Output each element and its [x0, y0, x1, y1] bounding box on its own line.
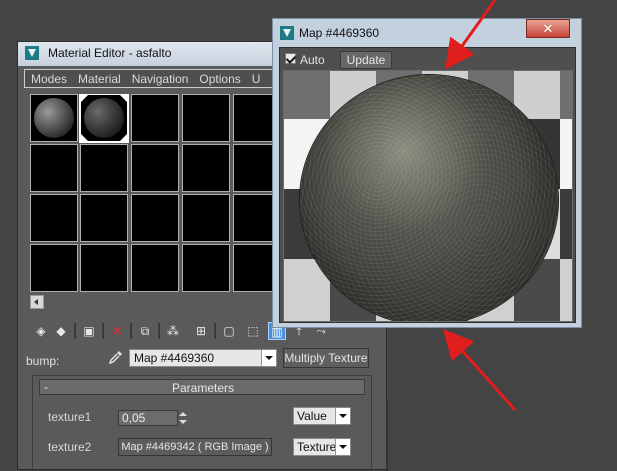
- material-slot[interactable]: [182, 194, 230, 242]
- material-slot[interactable]: [80, 194, 128, 242]
- make-unique-icon[interactable]: ⧉: [136, 322, 154, 340]
- map-preview-window: Map #4469360 ✕ Auto Update: [272, 18, 582, 328]
- menu-navigation[interactable]: Navigation: [126, 70, 194, 87]
- toolbar-separator: [158, 323, 160, 339]
- material-slot[interactable]: [30, 94, 78, 142]
- assign-material-icon[interactable]: ▣: [80, 322, 98, 340]
- 3dsmax-logo-icon: [280, 26, 294, 40]
- close-icon[interactable]: ✕: [526, 19, 570, 38]
- texture1-mode-value: Value: [297, 409, 327, 423]
- map-name-value: Map #4469360: [134, 351, 215, 365]
- toolbar-separator: [74, 323, 76, 339]
- parameters-title: Parameters: [171, 381, 235, 395]
- slot-corner-marker: [120, 134, 127, 141]
- bump-label: bump:: [26, 354, 60, 368]
- slot-corner-marker: [81, 134, 88, 141]
- texture2-mode-dropdown[interactable]: Texture: [293, 438, 351, 456]
- toolbar-separator: [130, 323, 132, 339]
- texture2-mode-value: Texture: [297, 440, 337, 454]
- show-map-in-viewport-icon[interactable]: ▢: [220, 322, 238, 340]
- texture1-value-input[interactable]: 0,05: [118, 410, 178, 426]
- material-slot[interactable]: [30, 244, 78, 292]
- scroll-left-button[interactable]: [30, 295, 44, 309]
- material-slot[interactable]: [131, 244, 179, 292]
- chevron-down-icon[interactable]: [261, 350, 276, 366]
- material-editor-title: Material Editor - asfalto: [48, 46, 172, 60]
- chevron-down-icon[interactable]: [335, 408, 350, 424]
- material-slot[interactable]: [30, 144, 78, 192]
- spinner-down-icon[interactable]: [179, 420, 187, 424]
- material-preview-sphere: [84, 98, 124, 138]
- chevron-down-icon[interactable]: [335, 439, 350, 455]
- get-material-icon[interactable]: ◈: [32, 322, 50, 340]
- eyedropper-icon[interactable]: [108, 349, 124, 365]
- texture1-label: texture1: [48, 410, 92, 424]
- texture1-value: 0,05: [122, 411, 146, 425]
- material-slot[interactable]: [182, 144, 230, 192]
- panel-scrollbar[interactable]: [386, 402, 388, 471]
- map-preview-render: [283, 70, 573, 322]
- menu-modes[interactable]: Modes: [25, 70, 72, 87]
- material-slot[interactable]: [131, 194, 179, 242]
- map-preview-panel: Auto Update: [279, 47, 576, 323]
- material-slot[interactable]: [80, 144, 128, 192]
- texture1-mode-dropdown[interactable]: Value: [293, 407, 351, 425]
- toolbar-separator: [214, 323, 216, 339]
- asphalt-preview-sphere: [300, 75, 558, 321]
- menu-utilities[interactable]: U: [246, 70, 266, 87]
- map-window-title: Map #4469360: [299, 26, 380, 40]
- slot-corner-marker: [120, 95, 127, 102]
- material-slot[interactable]: [30, 194, 78, 242]
- menu-material[interactable]: Material: [72, 70, 126, 87]
- material-slot[interactable]: [80, 244, 128, 292]
- texture2-label: texture2: [48, 440, 92, 454]
- annotation-arrow-bottom: [443, 329, 517, 411]
- auto-label: Auto: [300, 53, 325, 67]
- toolbar-separator: [102, 323, 104, 339]
- menu-options[interactable]: Options: [193, 70, 245, 87]
- material-effects-channel-icon[interactable]: ⊞: [192, 322, 210, 340]
- material-slot[interactable]: [182, 244, 230, 292]
- material-slot-active[interactable]: [79, 94, 129, 143]
- parameters-rollout-header[interactable]: - Parameters: [39, 379, 365, 395]
- put-to-library-icon[interactable]: ⁂: [164, 322, 182, 340]
- spinner-up-icon[interactable]: [179, 412, 187, 416]
- slot-corner-marker: [81, 95, 88, 102]
- multiply-texture-button[interactable]: Multiply Texture: [283, 348, 369, 368]
- map-name-dropdown[interactable]: Map #4469360: [129, 349, 277, 367]
- material-slot[interactable]: [131, 94, 179, 142]
- map-window-titlebar[interactable]: Map #4469360 ✕: [273, 19, 581, 45]
- texture2-map-button[interactable]: Map #4469342 ( RGB Image ): [118, 438, 272, 456]
- reset-map-icon[interactable]: ✕: [108, 322, 126, 340]
- 3dsmax-logo-icon: [25, 46, 39, 60]
- material-preview-sphere: [34, 98, 74, 138]
- material-slot[interactable]: [131, 144, 179, 192]
- material-slot[interactable]: [182, 94, 230, 142]
- show-end-result-icon[interactable]: ⬚: [244, 322, 262, 340]
- auto-checkbox[interactable]: [285, 53, 296, 64]
- texture1-spinner-arrows[interactable]: [178, 410, 188, 426]
- put-to-scene-icon[interactable]: ◆: [52, 322, 70, 340]
- update-button[interactable]: Update: [340, 51, 392, 69]
